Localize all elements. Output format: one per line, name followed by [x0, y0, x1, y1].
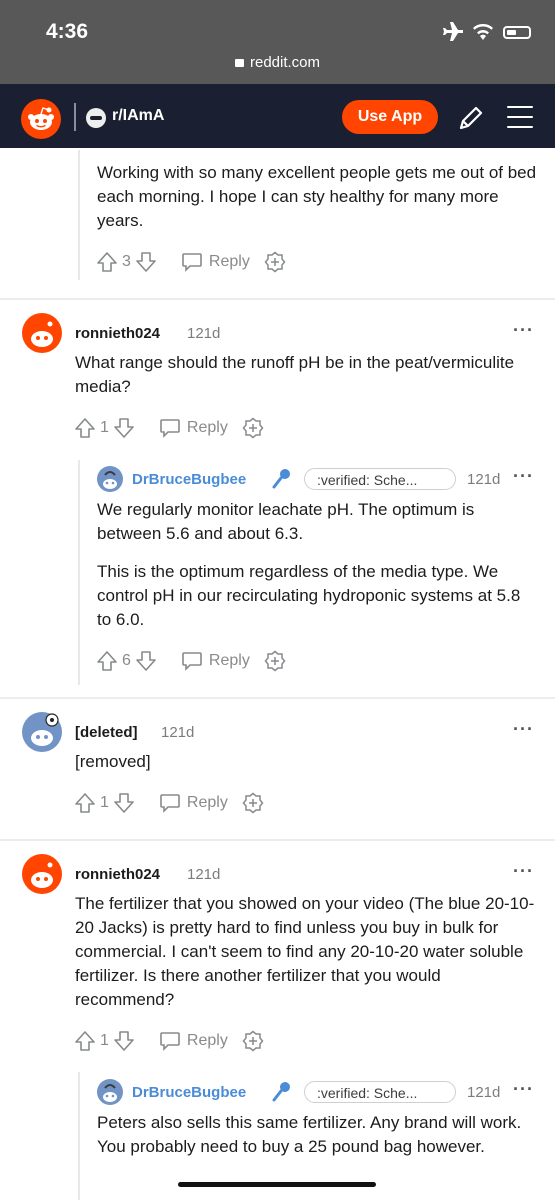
comment-actions: 6 Reply: [96, 649, 286, 673]
hamburger-menu-icon[interactable]: [507, 106, 533, 136]
comment-age: 121d: [467, 471, 501, 488]
award-icon[interactable]: [242, 1030, 264, 1052]
speech-bubble-icon: [182, 652, 202, 671]
reply-button[interactable]: Reply: [181, 252, 250, 272]
comment-age: 121d: [187, 325, 221, 342]
upvote-icon[interactable]: [74, 417, 96, 439]
subreddit-name[interactable]: r/IAmA: [112, 107, 164, 125]
comment-age: 121d: [467, 1084, 501, 1101]
username[interactable]: DrBruceBugbee: [132, 1084, 246, 1101]
reddit-logo-icon[interactable]: [21, 99, 61, 139]
lock-icon: [234, 59, 244, 67]
user-flair: :verified: Sche...: [304, 1081, 456, 1103]
avatar[interactable]: [96, 465, 124, 493]
upvote-icon[interactable]: [74, 1030, 96, 1052]
reply-button[interactable]: Reply: [159, 418, 228, 438]
airplane-icon: [443, 22, 463, 41]
reply-label: Reply: [208, 253, 250, 270]
header-divider: [74, 103, 76, 131]
comment-actions: 3 Reply: [96, 250, 286, 274]
vote-count: 1: [100, 794, 109, 811]
downvote-icon[interactable]: [135, 650, 157, 672]
status-bar: 4:36 reddit.com: [0, 0, 555, 84]
comment-separator: [0, 839, 555, 841]
reply-label: Reply: [208, 652, 250, 669]
more-options-icon[interactable]: ···: [513, 861, 534, 882]
reply-label: Reply: [186, 794, 228, 811]
comment-body: [removed]: [75, 752, 151, 771]
more-options-icon[interactable]: ···: [513, 466, 534, 487]
comment-body: Working with so many excellent people ge…: [97, 163, 537, 230]
thread-line[interactable]: [78, 460, 80, 685]
upvote-icon[interactable]: [96, 650, 118, 672]
reply-label: Reply: [186, 1032, 228, 1049]
upvote-icon[interactable]: [74, 792, 96, 814]
comment-age: 121d: [187, 866, 221, 883]
comment-separator: [0, 697, 555, 699]
downvote-icon[interactable]: [113, 1030, 135, 1052]
username: [deleted]: [75, 724, 138, 741]
reply-label: Reply: [186, 419, 228, 436]
comment-age: 121d: [161, 724, 195, 741]
comment-actions: 1 Reply: [74, 791, 264, 815]
award-icon[interactable]: [242, 417, 264, 439]
thread-line[interactable]: [78, 150, 80, 280]
subreddit-icon[interactable]: [86, 108, 106, 128]
user-flair: :verified: Sche...: [304, 468, 456, 490]
comment-body: What range should the runoff pH be in th…: [75, 353, 515, 396]
downvote-icon[interactable]: [113, 792, 135, 814]
upvote-icon[interactable]: [96, 251, 118, 273]
thread-line[interactable]: [78, 1072, 80, 1200]
home-indicator[interactable]: [178, 1182, 376, 1187]
microphone-icon: [272, 1082, 290, 1102]
speech-bubble-icon: [160, 794, 180, 813]
reddit-header: r/IAmA Use App: [0, 84, 555, 148]
speech-bubble-icon: [182, 253, 202, 272]
comment-body: We regularly monitor leachate pH. The op…: [97, 500, 475, 543]
downvote-icon[interactable]: [113, 417, 135, 439]
reply-button[interactable]: Reply: [159, 793, 228, 813]
comment-body: Peters also sells this same fertilizer. …: [97, 1113, 522, 1156]
avatar[interactable]: [21, 853, 63, 895]
avatar[interactable]: [21, 312, 63, 354]
username[interactable]: ronnieth024: [75, 325, 160, 342]
vote-count: 1: [100, 1032, 109, 1049]
vote-count: 1: [100, 419, 109, 436]
more-options-icon[interactable]: ···: [513, 1079, 534, 1100]
vote-count: 3: [122, 253, 131, 270]
avatar[interactable]: [21, 711, 63, 753]
downvote-icon[interactable]: [135, 251, 157, 273]
comment-separator: [0, 298, 555, 300]
wifi-icon: [473, 24, 493, 40]
use-app-button[interactable]: Use App: [342, 100, 438, 134]
comment-body: The fertilizer that you showed on your v…: [75, 894, 535, 1009]
username[interactable]: DrBruceBugbee: [132, 471, 246, 488]
battery-icon: [503, 25, 531, 39]
status-icons: [441, 22, 531, 42]
username[interactable]: ronnieth024: [75, 866, 160, 883]
reply-button[interactable]: Reply: [159, 1031, 228, 1051]
speech-bubble-icon: [160, 1032, 180, 1051]
comment-actions: 1 Reply: [74, 416, 264, 440]
more-options-icon[interactable]: ···: [513, 719, 534, 740]
award-icon[interactable]: [264, 650, 286, 672]
pencil-icon[interactable]: [457, 104, 485, 132]
award-icon[interactable]: [264, 251, 286, 273]
comment-body: This is the optimum regardless of the me…: [97, 562, 521, 629]
url-bar[interactable]: reddit.com: [0, 54, 555, 71]
microphone-icon: [272, 469, 290, 489]
avatar[interactable]: [96, 1078, 124, 1106]
comment-actions: 1 Reply: [74, 1029, 264, 1053]
reply-button[interactable]: Reply: [181, 651, 250, 671]
speech-bubble-icon: [160, 419, 180, 438]
more-options-icon[interactable]: ···: [513, 320, 534, 341]
vote-count: 6: [122, 652, 131, 669]
status-time: 4:36: [46, 20, 89, 43]
url-text: reddit.com: [249, 54, 321, 71]
award-icon[interactable]: [242, 792, 264, 814]
